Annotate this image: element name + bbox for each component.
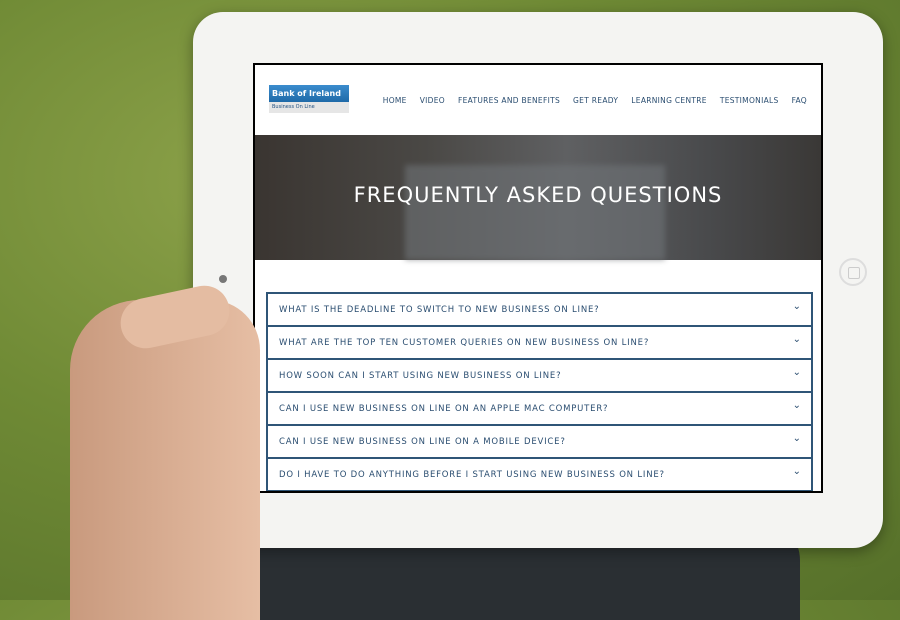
faq-item[interactable]: HOW SOON CAN I START USING NEW BUSINESS … (266, 359, 813, 393)
chevron-down-icon: ⌄ (792, 334, 801, 345)
chevron-down-icon: ⌄ (792, 466, 801, 477)
faq-question: CAN I USE NEW BUSINESS ON LINE ON A MOBI… (279, 437, 566, 447)
nav-home[interactable]: HOME (383, 96, 407, 105)
faq-item[interactable]: WHAT ARE THE TOP TEN CUSTOMER QUERIES ON… (266, 326, 813, 360)
home-button[interactable] (839, 258, 867, 286)
camera-icon (219, 275, 227, 283)
nav-video[interactable]: VIDEO (420, 96, 445, 105)
faq-accordion: WHAT IS THE DEADLINE TO SWITCH TO NEW BU… (266, 292, 813, 491)
main-nav: HOME VIDEO FEATURES AND BENEFITS GET REA… (383, 96, 807, 105)
chevron-down-icon: ⌄ (792, 400, 801, 411)
nav-learning-centre[interactable]: LEARNING CENTRE (631, 96, 707, 105)
site-header: Bank of Ireland Business On Line HOME VI… (255, 65, 821, 135)
faq-item[interactable]: WHAT IS THE DEADLINE TO SWITCH TO NEW BU… (266, 292, 813, 327)
web-page: Bank of Ireland Business On Line HOME VI… (255, 65, 821, 491)
faq-question: DO I HAVE TO DO ANYTHING BEFORE I START … (279, 470, 665, 480)
logo-brand: Bank of Ireland (269, 85, 349, 102)
chevron-down-icon: ⌄ (792, 433, 801, 444)
bank-logo[interactable]: Bank of Ireland Business On Line (269, 85, 349, 115)
faq-question: CAN I USE NEW BUSINESS ON LINE ON AN APP… (279, 404, 609, 414)
chevron-down-icon: ⌄ (792, 367, 801, 378)
faq-question: WHAT IS THE DEADLINE TO SWITCH TO NEW BU… (279, 305, 600, 315)
nav-testimonials[interactable]: TESTIMONIALS (720, 96, 779, 105)
faq-question: WHAT ARE THE TOP TEN CUSTOMER QUERIES ON… (279, 338, 650, 348)
faq-item[interactable]: CAN I USE NEW BUSINESS ON LINE ON A MOBI… (266, 425, 813, 459)
chevron-down-icon: ⌄ (792, 301, 801, 312)
faq-question: HOW SOON CAN I START USING NEW BUSINESS … (279, 371, 562, 381)
tablet-screen: Bank of Ireland Business On Line HOME VI… (253, 63, 823, 493)
hand (70, 300, 260, 620)
faq-item[interactable]: CAN I USE NEW BUSINESS ON LINE ON AN APP… (266, 392, 813, 426)
page-title: FREQUENTLY ASKED QUESTIONS (353, 183, 723, 207)
nav-get-ready[interactable]: GET READY (573, 96, 618, 105)
logo-sub: Business On Line (269, 102, 349, 113)
faq-item[interactable]: DO I HAVE TO DO ANYTHING BEFORE I START … (266, 458, 813, 491)
nav-faq[interactable]: FAQ (792, 96, 807, 105)
hero-banner: FREQUENTLY ASKED QUESTIONS (255, 135, 821, 260)
nav-features[interactable]: FEATURES AND BENEFITS (458, 96, 560, 105)
